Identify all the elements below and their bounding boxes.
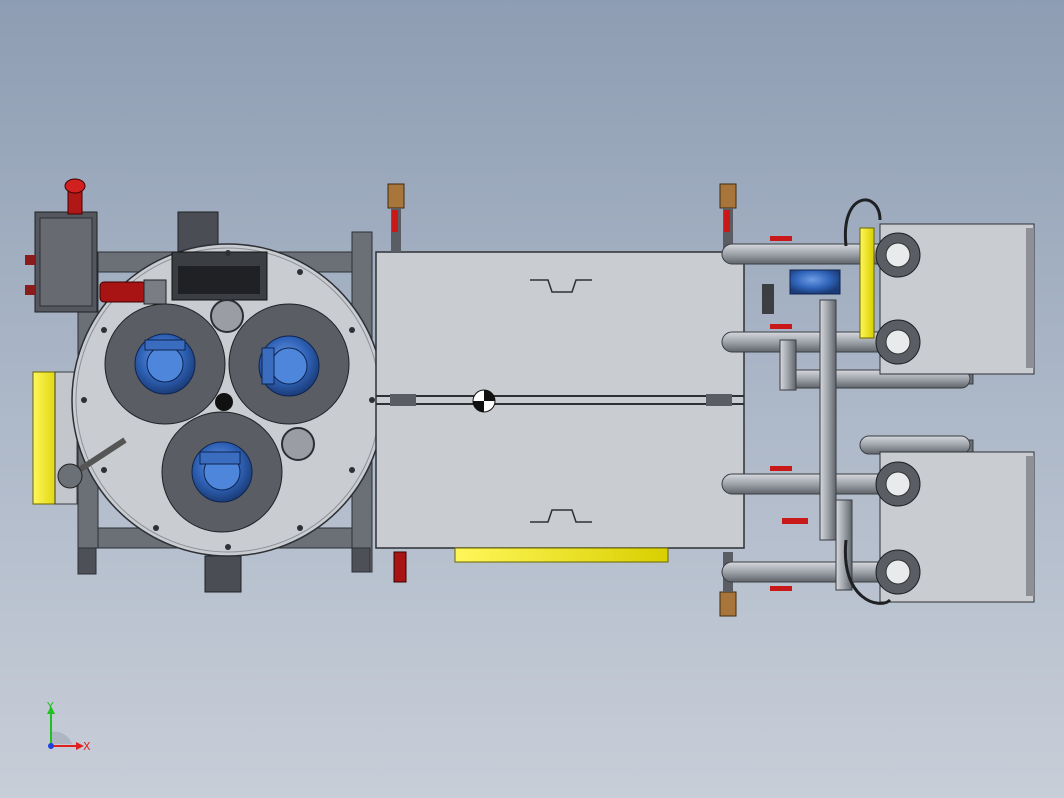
safety-guard-pump <box>859 227 875 339</box>
center-of-mass-icon <box>472 389 496 413</box>
port-center <box>215 393 233 411</box>
tank-box <box>375 251 745 549</box>
triad-origin <box>48 743 54 749</box>
drive-housing <box>171 251 268 301</box>
filter-housing-2 <box>228 303 350 425</box>
control-box <box>25 211 98 313</box>
gear-motor-red <box>99 279 167 305</box>
axis-triad: Y X <box>46 700 91 753</box>
top-valve-red <box>64 178 86 215</box>
cad-assembly-view: Y X <box>25 178 1035 753</box>
triad-y-label: Y <box>46 700 54 713</box>
port-upper <box>210 299 244 333</box>
filter-housing-1 <box>104 303 226 425</box>
triad-x-label: X <box>83 740 91 753</box>
filter-housing-3 <box>161 411 283 533</box>
triad-z-arc <box>51 731 72 744</box>
exhaust-duct-bottom <box>204 555 242 593</box>
port-lower <box>281 427 315 461</box>
safety-strip-bottom <box>454 547 669 563</box>
